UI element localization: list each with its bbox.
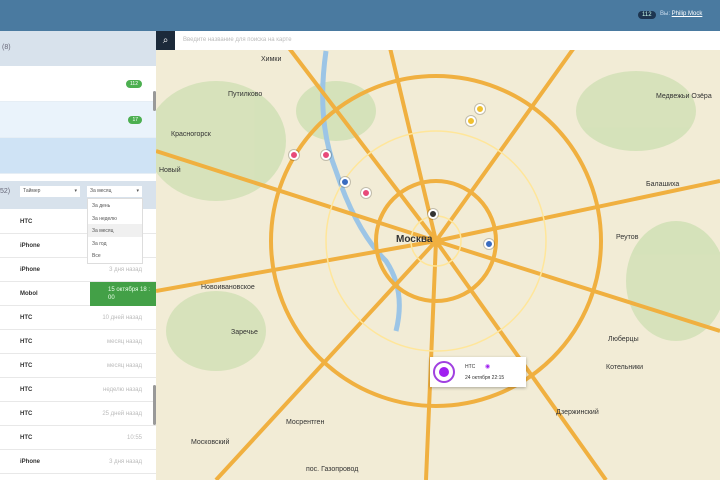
type-select-value: Таймер <box>23 188 41 194</box>
table-row[interactable]: HTC неделю назад <box>0 378 156 402</box>
sidebar-title: (8) <box>0 31 156 66</box>
map-marker[interactable] <box>475 104 485 114</box>
table-row[interactable]: HTC месяц назад <box>0 354 156 378</box>
map-marker[interactable] <box>289 150 299 160</box>
last-seen: 3 дня назад <box>109 267 142 273</box>
map-marker[interactable] <box>321 150 331 160</box>
device-name: HTC <box>20 411 33 417</box>
period-select[interactable]: За месяц ▾ <box>87 186 142 197</box>
period-option[interactable]: Все <box>88 249 142 262</box>
user-name-link[interactable]: Philip Mock <box>672 11 703 17</box>
map[interactable]: Химки Путилково Красногорск Москва Балаш… <box>156 31 720 480</box>
map-label: Котельники <box>606 364 644 371</box>
table-row[interactable]: HTC 10 дней назад <box>0 306 156 330</box>
device-name: iPhone <box>20 459 41 465</box>
map-label: Новоивановское <box>201 284 255 291</box>
map-label: Балашиха <box>646 181 680 188</box>
chevron-down-icon: ▾ <box>74 188 77 194</box>
popup-device: HTC <box>465 364 476 370</box>
map-label: Реутов <box>616 234 639 241</box>
last-seen: месяц назад <box>107 363 142 369</box>
map-label: Москва <box>396 234 433 245</box>
chevron-down-icon: ▾ <box>136 188 139 194</box>
device-name: iPhone <box>20 243 41 249</box>
last-seen: 25 дней назад <box>102 411 142 417</box>
last-seen: неделю назад <box>103 387 142 393</box>
period-option[interactable]: За год <box>88 237 142 250</box>
search-icon[interactable]: ⌕ <box>156 31 175 50</box>
eye-icon[interactable]: ◉ <box>485 363 490 370</box>
map-label: Новый <box>159 167 181 174</box>
device-name: HTC <box>20 387 33 393</box>
scrollbar-list[interactable] <box>153 385 156 425</box>
map-marker[interactable] <box>484 239 494 249</box>
device-name: Mobol <box>20 291 38 297</box>
device-count: 52) <box>0 188 11 195</box>
map-search-input[interactable]: Введите название для поиска на карте <box>183 37 292 43</box>
map-label: Московский <box>191 439 230 446</box>
map-label: Люберцы <box>608 336 639 343</box>
device-marker-icon <box>433 361 455 383</box>
device-name: HTC <box>20 339 33 345</box>
type-select[interactable]: Таймер ▾ <box>20 186 80 197</box>
period-dropdown: За день За неделю За месяц За год Все <box>87 198 143 264</box>
device-name: HTC <box>20 315 33 321</box>
map-search: ⌕ Введите название для поиска на карте <box>156 31 720 50</box>
user-prefix: Вы: <box>660 11 670 17</box>
map-label: пос. Газопровод <box>306 466 359 473</box>
map-label: Путилково <box>228 91 263 98</box>
map-label: Заречье <box>231 329 258 336</box>
table-row[interactable]: HTC месяц назад <box>0 330 156 354</box>
table-row[interactable]: iPhone 3 дня назад <box>0 450 156 474</box>
device-name: HTC <box>20 219 33 225</box>
map-label: Красногорск <box>171 131 211 138</box>
group-count: 17 <box>128 116 142 124</box>
map-label: Химки <box>261 56 282 63</box>
group-count: 112 <box>126 80 142 88</box>
table-row[interactable]: Mobol 15 октября 18 : 00 <box>0 282 156 306</box>
period-option-selected[interactable]: За месяц <box>88 224 142 237</box>
last-seen: 3 дня назад <box>109 459 142 465</box>
map-label: Мосрентген <box>286 419 325 426</box>
notification-badge[interactable]: 112 <box>638 11 656 19</box>
last-seen-highlight: 15 октября 18 : 00 <box>90 282 156 306</box>
table-row[interactable]: HTC 25 дней назад <box>0 402 156 426</box>
map-label: Дзержинский <box>556 409 599 416</box>
table-row[interactable]: HTC 10:55 <box>0 426 156 450</box>
group-item-selected[interactable] <box>0 138 156 174</box>
last-seen: месяц назад <box>107 339 142 345</box>
last-seen: 10 дней назад <box>102 315 142 321</box>
period-select-value: За месяц <box>90 188 112 194</box>
device-name: HTC <box>20 363 33 369</box>
user-info: Вы: Philip Mock <box>660 11 702 17</box>
period-option[interactable]: За день <box>88 199 142 212</box>
map-marker[interactable] <box>428 209 438 219</box>
device-popup[interactable]: HTC ◉ 24 октября 22:15 <box>430 357 526 387</box>
top-bar: 112 Вы: Philip Mock <box>0 0 720 31</box>
device-name: iPhone <box>20 267 41 273</box>
map-roads <box>156 31 720 480</box>
popup-date: 24 октября 22:15 <box>465 375 505 381</box>
map-marker[interactable] <box>466 116 476 126</box>
group-item[interactable]: 112 <box>0 66 156 102</box>
last-seen: 10:55 <box>126 435 142 441</box>
map-marker[interactable] <box>340 177 350 187</box>
map-marker[interactable] <box>361 188 371 198</box>
map-label: Медвежьи Озёра <box>656 93 712 100</box>
period-option[interactable]: За неделю <box>88 212 142 225</box>
device-name: HTC <box>20 435 33 441</box>
group-item[interactable]: 17 <box>0 102 156 138</box>
